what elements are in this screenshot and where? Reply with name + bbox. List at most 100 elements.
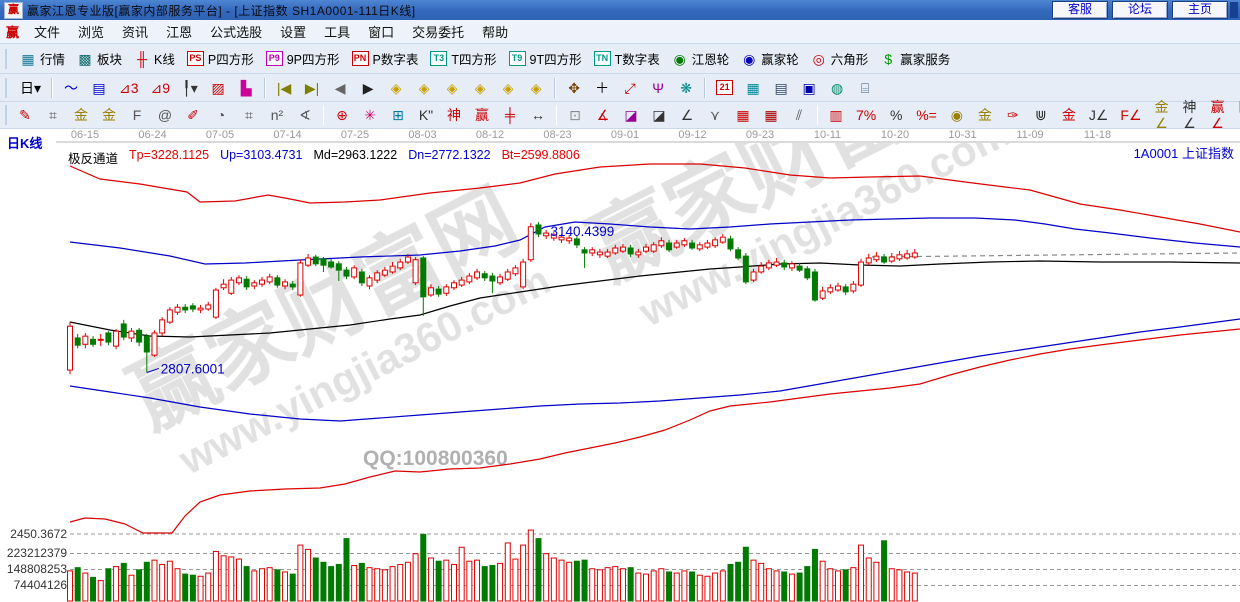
prev-bar-button[interactable]: ◀ [326, 77, 354, 99]
menu-item[interactable]: 工具 [315, 20, 359, 43]
sectors-button[interactable]: ▩板块 [71, 46, 128, 71]
frame-tool[interactable]: ⊡ [561, 104, 589, 126]
marker-pen-tool[interactable]: ✐ [179, 104, 207, 126]
winner-service-button-icon: $ [880, 51, 896, 67]
titlebar-button-2[interactable]: 论坛 [1112, 1, 1168, 19]
overlay-wave-icon[interactable]: 〜 [57, 77, 85, 99]
p-square-button[interactable]: PSP四方形 [181, 46, 260, 71]
menu-item[interactable]: 江恩 [157, 20, 201, 43]
diamond-compress-all-button[interactable]: ◈ [522, 77, 550, 99]
ying-mark-tool[interactable]: 赢 [468, 104, 496, 126]
f-grid-tool[interactable]: F [123, 104, 151, 126]
shen-mark-tool[interactable]: 神 [440, 104, 468, 126]
stats-column-tool[interactable]: ▥ [822, 104, 850, 126]
brush-tool[interactable]: ✎ [11, 104, 39, 126]
export-globe-icon[interactable]: ◍ [823, 77, 851, 99]
spiral-tool[interactable]: @ [151, 104, 179, 126]
volume-profile-icon[interactable]: ▙ [232, 77, 260, 99]
menu-item[interactable]: 公式选股 [201, 20, 271, 43]
diamond-expand-all-button[interactable]: ◈ [494, 77, 522, 99]
gold-circle-tool[interactable]: ◉ [943, 104, 971, 126]
hand-tool[interactable]: ✥ [560, 77, 588, 99]
fan-dark-tool[interactable]: ◪ [645, 104, 673, 126]
first-bar-button[interactable]: |◀ [270, 77, 298, 99]
box-grid-tool[interactable]: ⊞ [384, 104, 412, 126]
web-tool[interactable]: ❋ [672, 77, 700, 99]
crosshair-tool[interactable]: ＋ [588, 77, 616, 99]
v-wave-tool[interactable]: ⋎ [701, 104, 729, 126]
diamond-right-button[interactable]: ◈ [410, 77, 438, 99]
width-measure-tool[interactable]: ↔ [524, 104, 552, 126]
gann-wheel-button[interactable]: ◉江恩轮 [666, 46, 736, 71]
diamond-hexpand-button[interactable]: ◈ [438, 77, 466, 99]
percent-tool[interactable]: % [882, 104, 910, 126]
winner-service-button[interactable]: $赢家服务 [874, 46, 956, 71]
gold-red-tool[interactable]: 金 [1055, 104, 1083, 126]
nine-t-square-button[interactable]: T99T四方形 [503, 46, 588, 71]
t-square-button[interactable]: T3T四方形 [424, 46, 502, 71]
star-grid-tool[interactable]: ✳ [356, 104, 384, 126]
indicator-value: Dn=2772.1322 [408, 148, 490, 167]
chart-area[interactable]: 日K线 06-1506-2407-0507-1407-2508-0308-120… [0, 129, 1240, 602]
info-doc-icon[interactable]: ▤ [85, 77, 113, 99]
menu-item[interactable]: 文件 [25, 20, 69, 43]
date-tick: 08-23 [543, 129, 571, 141]
menu-item[interactable]: 浏览 [69, 20, 113, 43]
gold-underline-tool[interactable]: 金 [971, 104, 999, 126]
fan-purple-tool[interactable]: ◪ [617, 104, 645, 126]
pattern-red-icon[interactable]: ▨ [204, 77, 232, 99]
kline-chart-canvas[interactable]: 赢家财富网www.yingjia360.com赢家财富网www.yingjia3… [0, 129, 1240, 602]
period-dropdown[interactable]: 日▾ [14, 77, 47, 99]
quotes-button[interactable]: ▦行情 [14, 46, 71, 71]
k-quote-tool[interactable]: K" [412, 104, 440, 126]
gann-t-tool[interactable]: Ψ [644, 77, 672, 99]
menu-item[interactable]: 帮助 [473, 20, 517, 43]
measure-tool[interactable]: ⤢ [616, 77, 644, 99]
n-squared-tool[interactable]: n² [263, 104, 291, 126]
send-computer-icon[interactable]: ⌸ [851, 77, 879, 99]
titlebar-button-1[interactable]: 客服 [1052, 1, 1108, 19]
nine-p-square-button[interactable]: P99P四方形 [260, 46, 346, 71]
trend-angle-tool[interactable]: ∠ [673, 104, 701, 126]
gann-target-tool[interactable]: ⊕ [328, 104, 356, 126]
diamond-left-button[interactable]: ◈ [382, 77, 410, 99]
bars-3-icon[interactable]: ⊿3 [113, 77, 145, 99]
p-digit-table-button[interactable]: PNP数字表 [346, 46, 425, 71]
hash-grid-tool-2[interactable]: ⌗ [235, 104, 263, 126]
calendar-icon[interactable]: 21 [710, 77, 739, 98]
angle-f-tool[interactable]: F∠ [1114, 104, 1147, 126]
toolbar-grip [5, 78, 10, 98]
candle-style-dropdown[interactable]: ╿▾ [176, 77, 204, 99]
notepad-icon[interactable]: ▤ [767, 77, 795, 99]
hash-grid-tool[interactable]: ⌗ [39, 104, 67, 126]
winner-wheel-button[interactable]: ◉赢家轮 [735, 46, 805, 71]
grid-red-tool-2[interactable]: ▦ [757, 104, 785, 126]
kline-button[interactable]: ╫K线 [128, 46, 181, 71]
angle-ruler-tool[interactable]: ∢ [291, 104, 319, 126]
hexagon-button[interactable]: ◎六角形 [805, 46, 875, 71]
gold-gate-tool-2[interactable]: 金 [95, 104, 123, 126]
next-bar-button[interactable]: ▶ [354, 77, 382, 99]
cup-mark-tool[interactable]: ⋓ [1027, 104, 1055, 126]
bars-9-icon[interactable]: ⊿9 [145, 77, 177, 99]
angle-j-tool[interactable]: J∠ [1083, 104, 1115, 126]
ruler-123-tool[interactable]: ╪ [496, 104, 524, 126]
cycle-clock-tool[interactable]: ◔ [207, 104, 235, 126]
titlebar-button-3[interactable]: 主页 [1172, 1, 1228, 19]
calculator-icon[interactable]: ▦ [739, 77, 767, 99]
menu-item[interactable]: 资讯 [113, 20, 157, 43]
grid-red-tool-1[interactable]: ▦ [729, 104, 757, 126]
save-icon[interactable]: ▣ [795, 77, 823, 99]
diamond-hcompress-button[interactable]: ◈ [466, 77, 494, 99]
ink-pen-tool[interactable]: ✑ [999, 104, 1027, 126]
percent-line-tool[interactable]: %= [910, 104, 943, 126]
t-digit-table-button[interactable]: TNT数字表 [588, 46, 666, 71]
gold-gate-tool-1[interactable]: 金 [67, 104, 95, 126]
fan-red-tool[interactable]: ∡ [589, 104, 617, 126]
menu-item[interactable]: 交易委托 [403, 20, 473, 43]
hatch-lines-tool[interactable]: ⫽ [785, 104, 813, 126]
menu-item[interactable]: 窗口 [359, 20, 403, 43]
menu-item[interactable]: 设置 [271, 20, 315, 43]
last-bar-button[interactable]: ▶| [298, 77, 326, 99]
percent-7-tool[interactable]: 7% [850, 104, 882, 126]
